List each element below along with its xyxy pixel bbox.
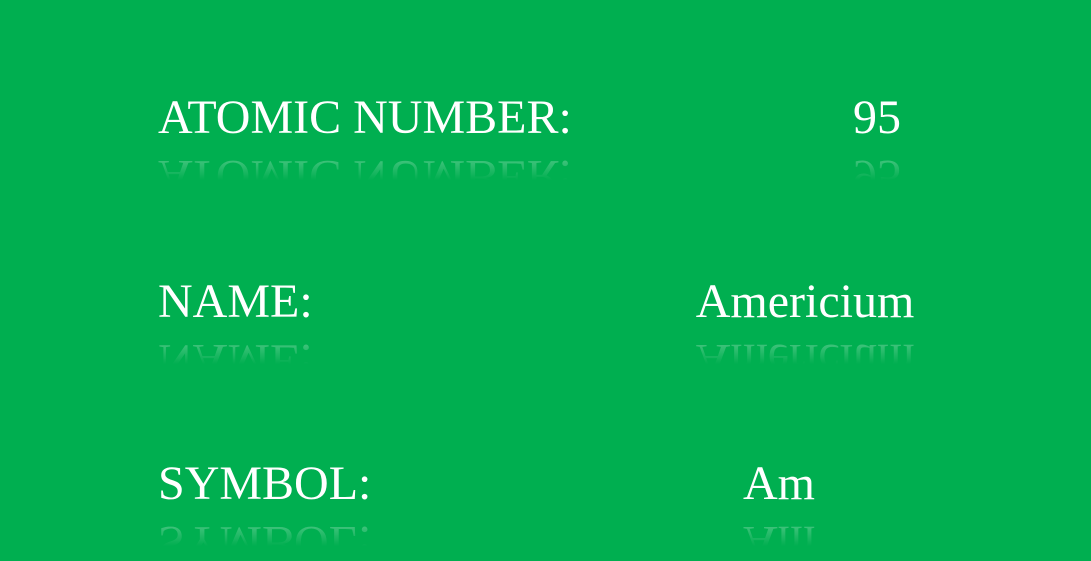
element-info-slide: ATOMIC NUMBER: 95 NAME: Americium SYMBOL… xyxy=(0,0,1091,561)
atomic-number-row: ATOMIC NUMBER: 95 xyxy=(0,78,1091,158)
symbol-value: Am xyxy=(743,457,815,510)
atomic-number-value: 95 xyxy=(853,91,901,144)
symbol-row: SYMBOL: Am xyxy=(0,444,1091,524)
symbol-label: SYMBOL: xyxy=(158,457,372,510)
atomic-number-label: ATOMIC NUMBER: xyxy=(158,91,572,144)
name-value: Americium xyxy=(695,275,915,328)
name-row: NAME: Americium xyxy=(0,262,1091,342)
name-label: NAME: xyxy=(158,275,313,328)
